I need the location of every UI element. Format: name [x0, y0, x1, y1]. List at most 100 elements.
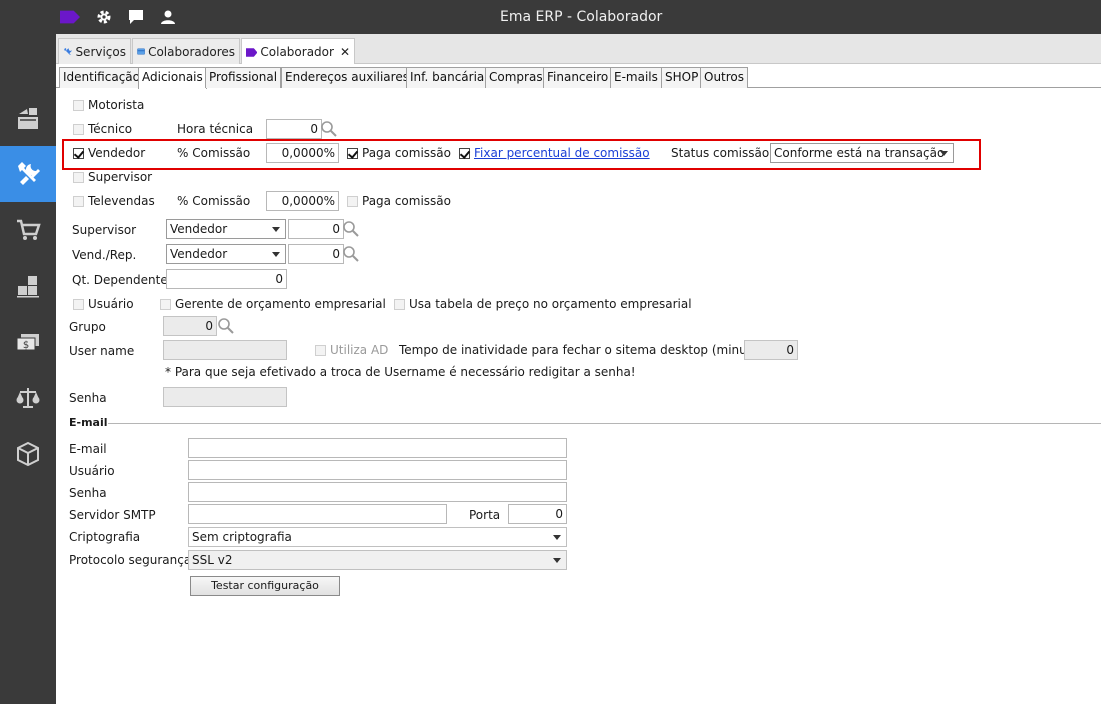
supervisor-code-input[interactable]: 0: [288, 219, 344, 239]
qt-dependentes-input[interactable]: 0: [166, 269, 287, 289]
tab-emails[interactable]: E-mails: [610, 67, 662, 88]
vend-rep-code-input[interactable]: 0: [288, 244, 344, 264]
section-divider: [108, 423, 1101, 424]
sidebar-item-compras[interactable]: [0, 202, 56, 258]
tab-adicionais[interactable]: Adicionais: [138, 67, 207, 89]
tab-inf-bancaria[interactable]: Inf. bancária: [406, 67, 489, 88]
inatividade-label: Tempo de inatividade para fechar o sitem…: [399, 343, 770, 357]
usuario-checkbox[interactable]: [73, 299, 84, 310]
email-usuario-label: Usuário: [69, 464, 115, 478]
tab-enderecos-auxiliares[interactable]: Endereços auxiliares: [281, 67, 413, 88]
inatividade-input[interactable]: 0: [744, 340, 798, 360]
comissao2-label: % Comissão: [177, 194, 251, 208]
protocolo-select[interactable]: SSL v2: [188, 550, 567, 570]
username-note: * Para que seja efetivado a troca de Use…: [165, 365, 636, 379]
qt-dependentes-label: Qt. Dependentes: [72, 273, 174, 287]
televendas-checkbox[interactable]: [73, 196, 84, 207]
senha-input[interactable]: [163, 387, 287, 407]
tab-shop[interactable]: SHOP: [661, 67, 703, 88]
email-label: E-mail: [69, 442, 107, 456]
tools-icon: [18, 162, 40, 185]
email-section-title: E-mail: [69, 416, 108, 429]
comissao-input[interactable]: 0,0000%: [266, 143, 339, 163]
tag-icon[interactable]: [60, 8, 80, 26]
chat-icon[interactable]: [126, 8, 146, 26]
tab-identificacao[interactable]: Identificação: [59, 67, 144, 88]
tab-profissional[interactable]: Profissional: [205, 67, 282, 88]
title-bar: Ema ERP - Colaborador: [0, 0, 1101, 34]
gear-icon[interactable]: [94, 8, 114, 26]
chevron-down-icon: [272, 252, 280, 257]
chevron-down-icon: [272, 227, 280, 232]
close-icon[interactable]: ✕: [340, 45, 350, 59]
cripto-select[interactable]: Sem criptografia: [188, 527, 567, 547]
tab-outros[interactable]: Outros: [700, 67, 749, 88]
email-senha-input[interactable]: [188, 482, 567, 502]
doc-tab-servicos[interactable]: Serviços: [58, 38, 131, 64]
vendedor-label: Vendedor: [88, 146, 146, 160]
email-usuario-input[interactable]: [188, 460, 567, 480]
paga-comissao-checkbox[interactable]: [347, 148, 358, 159]
gerente-checkbox[interactable]: [160, 299, 171, 310]
cripto-label: Criptografia: [69, 530, 141, 544]
doc-tab-label: Colaboradores: [148, 44, 235, 59]
tab-compras[interactable]: Compras: [485, 67, 547, 88]
user-icon[interactable]: [158, 8, 178, 26]
supervisor-label: Supervisor: [72, 223, 137, 237]
document-tabs: Serviços Colaboradores Colaborador ✕: [56, 34, 1101, 65]
fixar-percentual-label[interactable]: Fixar percentual de comissão: [474, 145, 650, 161]
supervisor-checkbox[interactable]: [73, 172, 84, 183]
tab-financeiro[interactable]: Financeiro: [543, 67, 613, 88]
search-icon[interactable]: [217, 317, 235, 338]
doc-tab-colaboradores[interactable]: Colaboradores: [132, 38, 240, 64]
status-comissao-select[interactable]: Conforme está na transação: [770, 143, 954, 163]
email-input[interactable]: [188, 438, 567, 458]
chevron-down-icon: [940, 151, 948, 156]
grupo-input[interactable]: 0: [163, 316, 217, 336]
testar-configuracao-button[interactable]: Testar configuração: [190, 576, 340, 596]
vend-rep-label: Vend./Rep.: [72, 248, 137, 262]
utiliza-ad-checkbox[interactable]: [315, 345, 326, 356]
fixar-percentual-checkbox[interactable]: [459, 148, 470, 159]
boxes-icon: [17, 276, 39, 298]
sidebar: $: [0, 34, 56, 704]
search-icon[interactable]: [342, 245, 360, 266]
money-icon: $: [16, 334, 39, 351]
utiliza-ad-label: Utiliza AD: [330, 343, 389, 357]
search-icon[interactable]: [342, 220, 360, 241]
motorista-label: Motorista: [88, 98, 145, 112]
porta-input[interactable]: 0: [508, 504, 567, 524]
hora-tecnica-input[interactable]: 0: [266, 119, 322, 139]
scale-icon: [16, 388, 40, 408]
sidebar-item-estoque[interactable]: [0, 258, 56, 314]
search-icon[interactable]: [320, 120, 338, 141]
tecnico-checkbox[interactable]: [73, 124, 84, 135]
tabela-preco-label: Usa tabela de preço no orçamento empresa…: [409, 297, 692, 311]
username-label: User name: [69, 344, 135, 358]
gerente-label: Gerente de orçamento empresarial: [175, 297, 386, 311]
sub-tabs: Identificação Adicionais Profissional En…: [56, 64, 1101, 89]
chevron-down-icon: [553, 558, 561, 563]
username-input[interactable]: [163, 340, 287, 360]
supervisor-cb-label: Supervisor: [88, 170, 153, 184]
cash-register-icon: [18, 108, 38, 129]
tabela-preco-checkbox[interactable]: [394, 299, 405, 310]
senha-label: Senha: [69, 391, 107, 405]
supervisor-select[interactable]: Vendedor: [166, 219, 286, 239]
vendedor-checkbox[interactable]: [73, 148, 84, 159]
sidebar-item-produtos[interactable]: [0, 426, 56, 482]
sidebar-item-financeiro[interactable]: $: [0, 314, 56, 370]
sidebar-item-pdv[interactable]: [0, 90, 56, 146]
doc-tab-colaborador[interactable]: Colaborador ✕: [241, 38, 355, 65]
comissao2-input[interactable]: 0,0000%: [266, 191, 339, 211]
vend-rep-select[interactable]: Vendedor: [166, 244, 286, 264]
package-icon: [17, 441, 39, 467]
sidebar-item-servicos[interactable]: [0, 146, 56, 202]
paga-comissao2-checkbox[interactable]: [347, 196, 358, 207]
paga-comissao-label: Paga comissão: [362, 146, 451, 160]
motorista-checkbox[interactable]: [73, 100, 84, 111]
tools-icon: [64, 47, 72, 56]
smtp-input[interactable]: [188, 504, 447, 524]
supervisor-select-value: Vendedor: [170, 222, 228, 236]
sidebar-item-fiscal[interactable]: [0, 370, 56, 426]
